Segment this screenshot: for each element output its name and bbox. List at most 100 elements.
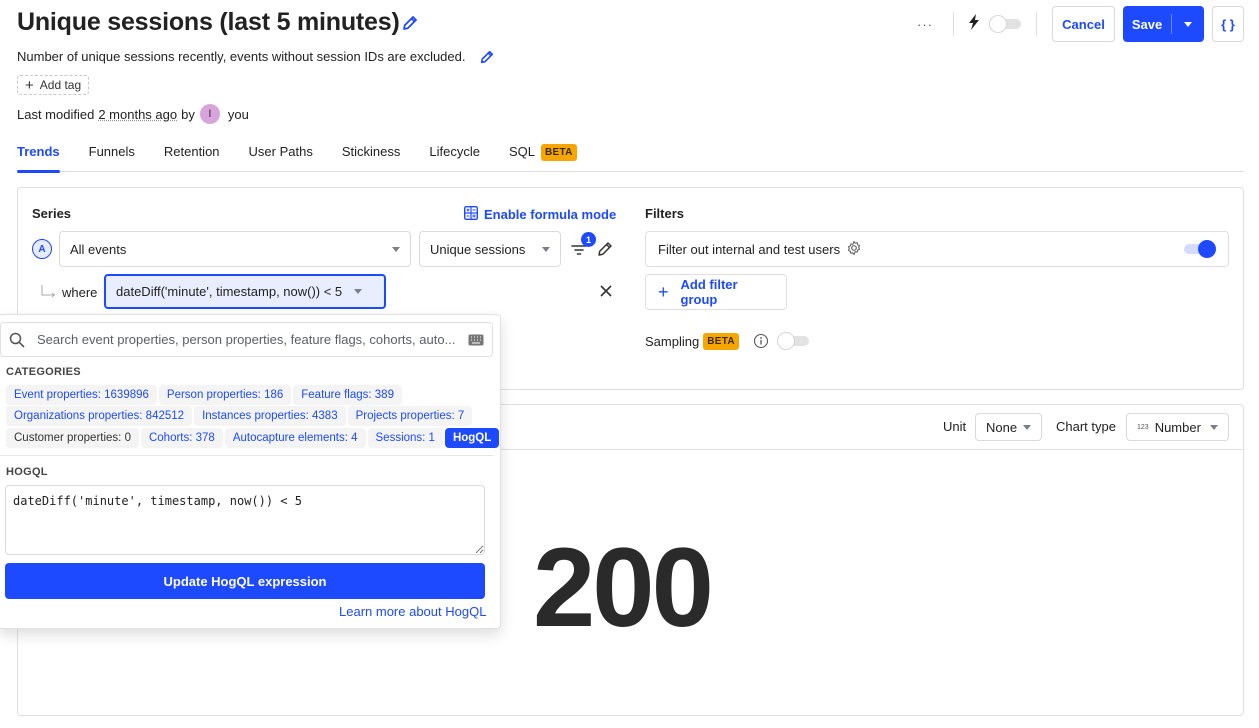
tab-trends[interactable]: Trends [17,140,60,173]
cancel-button[interactable]: Cancel [1052,6,1115,42]
beta-badge: BETA [703,332,739,350]
category-chip[interactable]: Instances properties: 4383 [194,406,346,426]
branch-arrow-icon [40,284,58,301]
tab-label: Retention [163,144,220,159]
number-icon: 123 [1137,423,1149,431]
edit-description-icon[interactable] [479,49,495,68]
plus-icon: + [25,76,34,94]
filter-internal-label: Filter out internal and test users [658,241,841,257]
category-chip[interactable]: Cohorts: 378 [140,428,223,448]
tab-funnels[interactable]: Funnels [89,140,135,172]
unit-select[interactable]: None [975,413,1042,441]
where-filter-select[interactable]: dateDiff('minute', timestamp, now()) < 5 [104,274,386,309]
info-icon[interactable] [753,333,769,349]
category-chip[interactable]: Sessions: 1 [367,428,443,448]
category-chip[interactable]: Autocapture elements: 4 [224,428,366,448]
where-label: where [62,285,98,300]
modified-time: 2 months ago [98,106,178,122]
add-filter-group-label: Add filter group [680,277,738,307]
tab-user-paths[interactable]: User Paths [249,140,313,172]
where-filter-value: dateDiff('minute', timestamp, now()) < 5 [116,284,343,299]
learn-more-hogql-link[interactable]: Learn more about HogQL [339,604,486,619]
save-button[interactable]: Save [1123,6,1204,42]
divider [1036,12,1037,36]
gear-icon[interactable] [846,240,862,259]
tab-lifecycle[interactable]: Lifecycle [429,140,480,172]
sampling-toggle[interactable] [776,332,809,350]
unit-select-value: None [986,419,1018,435]
category-chip[interactable]: Person properties: 186 [158,385,292,405]
categories-title: CATEGORIES [6,366,81,378]
category-chip[interactable]: Organizations properties: 842512 [6,406,193,426]
sampling-row: Sampling BETA [645,332,809,350]
chevron-down-icon [1184,21,1192,27]
category-chip[interactable]: Feature flags: 389 [293,385,402,405]
show-filters-button[interactable]: 1 [570,232,596,258]
filter-internal-toggle[interactable] [1184,240,1216,258]
series-letter-badge: A [32,239,52,259]
live-toggle[interactable] [989,15,1021,33]
divider [0,455,493,456]
tab-label: SQL [508,144,535,159]
enable-formula-mode-button[interactable]: Enable formula mode [463,205,617,223]
rename-series-icon[interactable] [596,240,614,261]
formula-label: Enable formula mode [484,207,617,222]
tab-retention[interactable]: Retention [164,140,220,172]
avatar: I [199,104,220,124]
divider [953,12,954,36]
beta-badge: BETA [540,144,577,161]
category-chip[interactable]: HogQL [444,428,500,448]
search-icon [9,332,25,348]
tab-label: Lifecycle [429,144,480,159]
filters-label: Filters [645,206,685,221]
category-chip[interactable]: Projects properties: 7 [347,406,473,426]
chevron-down-icon [1023,424,1031,430]
calculator-icon [463,205,479,223]
category-chip[interactable]: Customer properties: 0 [6,428,139,448]
tab-label: Trends [17,144,60,159]
add-tag-button[interactable]: + Add tag [17,75,90,95]
chevron-down-icon [542,246,550,252]
aggregation-select[interactable]: Unique sessions [419,231,561,267]
add-filter-group-button[interactable]: + Add filter group [645,274,787,310]
property-search-input[interactable] [35,331,458,348]
lightning-icon [968,14,980,33]
chart-type-label: Chart type [1056,419,1116,434]
insight-type-tabs: Trends Funnels Retention User Paths Stickine… [17,140,1244,173]
category-chip[interactable]: Event properties: 1639896 [6,385,157,405]
series-label: Series [32,206,72,221]
sampling-label: Sampling [645,333,700,349]
chart-type-select[interactable]: 123 Number [1126,413,1229,441]
add-tag-label: Add tag [39,78,82,92]
plus-icon: + [658,282,669,302]
filter-internal-users-row[interactable]: Filter out internal and test users [645,231,1229,267]
view-source-button[interactable]: { } [1212,6,1244,42]
hogql-expression-input[interactable] [5,485,485,555]
tab-label: Stickiness [341,144,401,159]
chart-type-value: Number [1154,419,1201,435]
property-search-field[interactable] [0,322,493,357]
category-row: Organizations properties: 842512 Instance… [6,406,473,426]
insight-description: Number of unique sessions recently, even… [17,49,466,64]
category-row: Event properties: 1639896 Person properti… [6,385,402,405]
update-hogql-button[interactable]: Update HogQL expression [5,563,485,599]
event-select-value: All events [70,241,127,257]
modified-prefix: Last modified [17,106,95,122]
save-options-dropdown[interactable] [1172,21,1204,27]
category-row: Customer properties: 0 Cohorts: 378 Autoca… [6,428,500,448]
tab-label: User Paths [248,144,313,159]
chevron-down-icon [354,289,363,294]
chevron-down-icon [1210,424,1218,430]
remove-filter-icon[interactable] [598,283,614,302]
chevron-down-icon [392,246,400,252]
more-icon: ··· [917,16,933,32]
unit-label: Unit [943,419,967,434]
tab-label: Funnels [88,144,135,159]
modified-by: you [227,106,249,122]
edit-title-icon[interactable] [401,14,419,35]
more-options-button[interactable]: ··· [912,14,938,34]
tab-sql[interactable]: SQL BETA [509,140,577,172]
event-select[interactable]: All events [59,231,411,267]
modified-by-prefix: by [181,106,195,122]
tab-stickiness[interactable]: Stickiness [342,140,401,172]
